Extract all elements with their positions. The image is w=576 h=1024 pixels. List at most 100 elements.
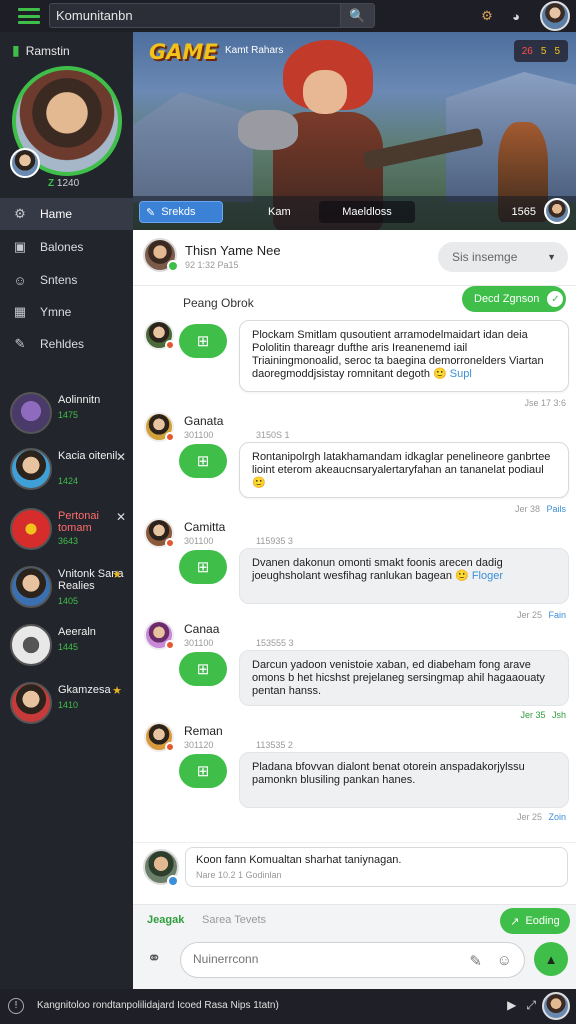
- message-meta: 113535 2: [256, 740, 293, 750]
- time-link[interactable]: Jsh: [552, 710, 566, 720]
- nav-item-balones[interactable]: ▣ Balones: [0, 231, 133, 263]
- arrow-icon: ↗: [510, 915, 520, 928]
- close-icon[interactable]: ✕: [116, 510, 126, 524]
- status-dot: [165, 742, 175, 752]
- compose-text: Koon fann Komualtan sharhat taniynagan.: [196, 854, 402, 866]
- compose-box[interactable]: Koon fann Komualtan sharhat taniynagan. …: [185, 847, 568, 887]
- footbar-button[interactable]: ↗ Eoding: [500, 908, 570, 934]
- sidebar-user: ▮ Ramstin: [12, 42, 70, 59]
- message-meta: 153555 3: [256, 638, 294, 648]
- friend-item[interactable]: Pertonai tomam 3643 ✕: [8, 504, 128, 554]
- chat-subtitle: 92 1:32 Pa15: [185, 260, 239, 270]
- close-icon[interactable]: ✕: [116, 450, 126, 464]
- banner-bottom-bar: ✎ Srekds Kam Maeldloss 1565: [133, 196, 576, 230]
- section-button-label: Decd Zgnson: [474, 293, 540, 305]
- friend-name: Pertonai tomam: [58, 510, 99, 534]
- chevron-down-icon: ▼: [547, 252, 556, 262]
- emoji-icon[interactable]: ☺: [497, 952, 512, 969]
- banner-subtitle: Kamt Rahars: [225, 45, 284, 56]
- search-input[interactable]: [50, 8, 340, 23]
- nav-item-ymne[interactable]: ▦ Ymne: [0, 296, 133, 328]
- info-icon[interactable]: !: [8, 998, 24, 1014]
- banner-avatar[interactable]: [544, 198, 570, 224]
- banner-pill[interactable]: Maeldloss: [319, 201, 415, 223]
- compose-preview: Koon fann Komualtan sharhat taniynagan. …: [133, 842, 576, 900]
- tab-active[interactable]: Jeagak: [147, 914, 184, 926]
- check-icon: ✓: [547, 291, 564, 307]
- user-avatar-small[interactable]: [10, 148, 40, 178]
- message-input-wrap: ✎ ☺: [180, 942, 525, 978]
- user-circle-icon[interactable]: ◕: [506, 6, 526, 26]
- message-link[interactable]: Supl: [450, 368, 472, 380]
- time-link[interactable]: Fain: [548, 610, 566, 620]
- chat-select[interactable]: Sis insemge ▼: [438, 242, 568, 272]
- play-icon[interactable]: ▶: [507, 998, 516, 1013]
- wrench-icon: ✎: [14, 336, 26, 351]
- reply-button[interactable]: ⊞: [179, 444, 227, 478]
- game-banner[interactable]: GAME Kamt Rahars 26 5 5 ✎ Srekds Kam Mae…: [133, 32, 576, 230]
- time-text: Jer 35: [520, 710, 546, 720]
- friend-item[interactable]: Vnitonk Sana Realies 1405 ★: [8, 562, 128, 612]
- friend-status: 1445: [58, 642, 79, 652]
- nav-item-rehldes[interactable]: ✎ Rehldes: [0, 328, 133, 360]
- message-time: Jer 35 Jsh: [520, 710, 566, 720]
- message-input[interactable]: [193, 952, 443, 966]
- message-meta: 301120: [184, 740, 214, 750]
- friend-avatar: [10, 624, 52, 666]
- time-link[interactable]: Zoin: [548, 812, 566, 822]
- reply-button[interactable]: ⊞: [179, 550, 227, 584]
- reply-button[interactable]: ⊞: [179, 324, 227, 358]
- message-item: Camitta 301100 115935 3 ⊞ Dvanen dakonun…: [133, 518, 576, 622]
- star-icon: ★: [112, 569, 122, 581]
- message-meta: 115935 3: [256, 536, 293, 546]
- send-button[interactable]: ▲: [534, 942, 568, 976]
- banner-item[interactable]: Kam: [268, 206, 291, 218]
- banner-action-button[interactable]: ✎ Srekds: [139, 201, 223, 223]
- profile-avatar[interactable]: [540, 1, 570, 31]
- message-time: Jer 25 Zoin: [517, 812, 566, 822]
- message-text: Pladana bfovvan dialont benat otorein an…: [252, 761, 525, 786]
- time-text: Jer 38: [514, 504, 540, 514]
- section-button[interactable]: Decd Zgnson ✓: [462, 286, 566, 312]
- user-level: Z 1240: [48, 178, 79, 189]
- select-value: Sis insemge: [452, 250, 518, 264]
- pencil-icon[interactable]: ✎: [469, 952, 482, 970]
- tab-other[interactable]: Sarea Tevets: [202, 914, 266, 926]
- compose-subtext: Nare 10.2 1 Godinlan: [196, 870, 282, 880]
- robot-icon[interactable]: ⚙: [477, 6, 497, 26]
- menu-icon[interactable]: [18, 8, 40, 24]
- friend-avatar: [10, 448, 52, 490]
- level-value: 1240: [56, 178, 80, 189]
- gear-icon: ⚙: [14, 206, 26, 221]
- tag-icon: ▮: [12, 42, 20, 58]
- resize-icon[interactable]: ⤢: [526, 998, 536, 1013]
- nav-item-sntens[interactable]: ☺ Sntens: [0, 264, 133, 296]
- message-meta: 301100: [184, 638, 214, 648]
- friend-item[interactable]: Aeeraln 1445: [8, 620, 128, 670]
- chat-footbar: Jeagak Sarea Tevets ↗ Eoding: [133, 904, 576, 936]
- reply-button[interactable]: ⊞: [179, 754, 227, 788]
- star-icon: ★: [112, 685, 122, 697]
- time-link[interactable]: Pails: [546, 504, 566, 514]
- banner-pill-label: Maeldloss: [342, 206, 392, 218]
- status-avatar[interactable]: [542, 992, 570, 1020]
- friend-item[interactable]: Kacia oitenil 1424 ✕: [8, 444, 128, 494]
- nav-item-home[interactable]: ⚙ Hame: [0, 198, 133, 230]
- status-dot: [165, 538, 175, 548]
- search-box: 🔍: [49, 3, 375, 28]
- footbar-button-label: Eoding: [525, 915, 560, 927]
- attach-icon[interactable]: ⚭: [147, 949, 161, 969]
- friend-status: 1410: [58, 700, 79, 710]
- message-meta: 3150S 1: [256, 430, 290, 440]
- reply-button[interactable]: ⊞: [179, 652, 227, 686]
- message-bubble: Plockam Smitlam qusoutient arramodelmaid…: [239, 320, 569, 392]
- friend-item[interactable]: Aolinnitn 1475: [8, 388, 128, 438]
- friend-item[interactable]: Gkamzesa 1410 ★: [8, 678, 128, 728]
- friend-avatar: [10, 682, 52, 724]
- message-text: Rontanipolrgh latakhamandam idkaglar pen…: [252, 451, 551, 476]
- search-icon[interactable]: 🔍: [340, 4, 374, 27]
- banner-button-label: Srekds: [161, 206, 196, 218]
- message-time: Jse 17 3:6: [524, 398, 566, 408]
- hud-value: 26: [521, 45, 533, 57]
- message-link[interactable]: Floger: [472, 570, 503, 582]
